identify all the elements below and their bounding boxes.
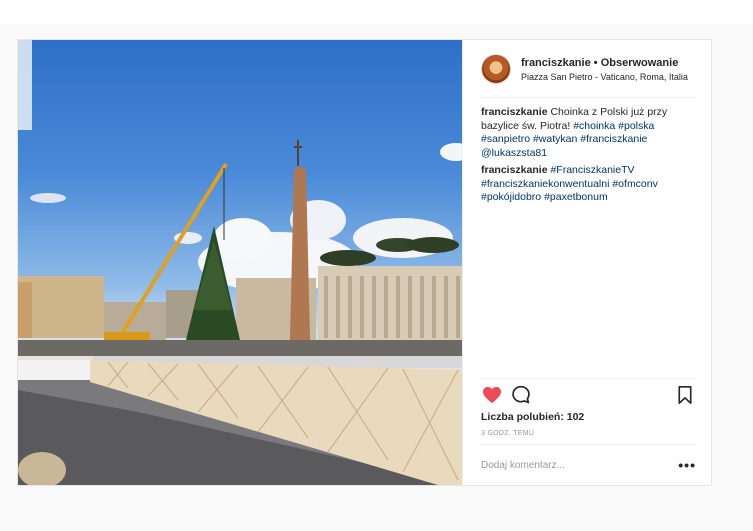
actions-section: Liczba polubień: 102 3 GODZ. TEMU Dodaj … <box>463 378 712 485</box>
crowd <box>18 340 462 356</box>
hashtag-link[interactable]: #pokójidobro <box>481 191 541 203</box>
post-sidebar: franciszkanie • Obserwowanie Piazza San … <box>462 40 711 485</box>
header-row: franciszkanie • Obserwowanie <box>521 57 688 69</box>
comment-box: Dodaj komentarz... ••• <box>481 444 696 485</box>
comment-item: franciszkanie #FranciszkanieTV #francisz… <box>481 164 699 205</box>
action-icons <box>481 384 696 406</box>
more-options-icon[interactable]: ••• <box>678 458 696 472</box>
comment-bubble-icon[interactable] <box>510 384 532 406</box>
pine-tree <box>407 237 459 253</box>
comments-list: franciszkanie Choinka z Polski już przy … <box>481 106 699 209</box>
light-flare <box>18 40 32 130</box>
hashtag-link[interactable]: #paxetbonum <box>544 191 608 203</box>
separator-dot: • <box>593 56 598 69</box>
username-link[interactable]: franciszkanie <box>521 57 591 69</box>
post-header: franciszkanie • Obserwowanie Piazza San … <box>463 40 712 98</box>
hashtag-link[interactable]: #watykan <box>533 133 577 145</box>
likes-count[interactable]: Liczba polubień: 102 <box>481 411 584 423</box>
hashtag-link[interactable]: #FranciszkanieTV <box>550 164 634 176</box>
post-photo[interactable] <box>18 40 462 485</box>
top-bar <box>0 0 753 24</box>
comment-username[interactable]: franciszkanie <box>481 164 548 176</box>
hashtag-link[interactable]: #polska <box>618 120 654 132</box>
comment-item: franciszkanie Choinka z Polski już przy … <box>481 106 699 160</box>
comment-input[interactable]: Dodaj komentarz... <box>481 460 565 471</box>
hashtag-link[interactable]: #ofmconv <box>612 178 658 190</box>
hashtag-link[interactable]: #franciszkaniekonwentualni <box>481 178 609 190</box>
hashtag-link[interactable]: #franciszkanie <box>580 133 647 145</box>
post-timestamp[interactable]: 3 GODZ. TEMU <box>481 430 534 437</box>
header-info: franciszkanie • Obserwowanie Piazza San … <box>521 57 688 82</box>
bookmark-icon[interactable] <box>674 384 696 406</box>
obelisk-cross-bar <box>294 146 302 148</box>
obelisk-cross <box>297 140 299 166</box>
avatar[interactable] <box>481 54 511 84</box>
post-card: franciszkanie • Obserwowanie Piazza San … <box>17 39 712 486</box>
white-barrier <box>18 360 93 380</box>
building-left-wing <box>18 282 32 338</box>
mention-link[interactable]: @lukaszsta81 <box>481 147 547 159</box>
heart-icon[interactable] <box>481 384 503 406</box>
cloud <box>30 193 66 203</box>
comment-username[interactable]: franciszkanie <box>481 106 548 118</box>
hashtag-link[interactable]: #sanpietro <box>481 133 530 145</box>
location-link[interactable]: Piazza San Pietro - Vaticano, Roma, Ital… <box>521 72 688 82</box>
follow-button[interactable]: Obserwowanie <box>601 57 679 69</box>
obelisk <box>290 166 310 340</box>
hashtag-link[interactable]: #choinka <box>573 120 615 132</box>
pine-tree <box>320 250 376 266</box>
cloud <box>213 218 273 262</box>
cloud <box>440 143 462 161</box>
photo-scene <box>18 40 462 485</box>
